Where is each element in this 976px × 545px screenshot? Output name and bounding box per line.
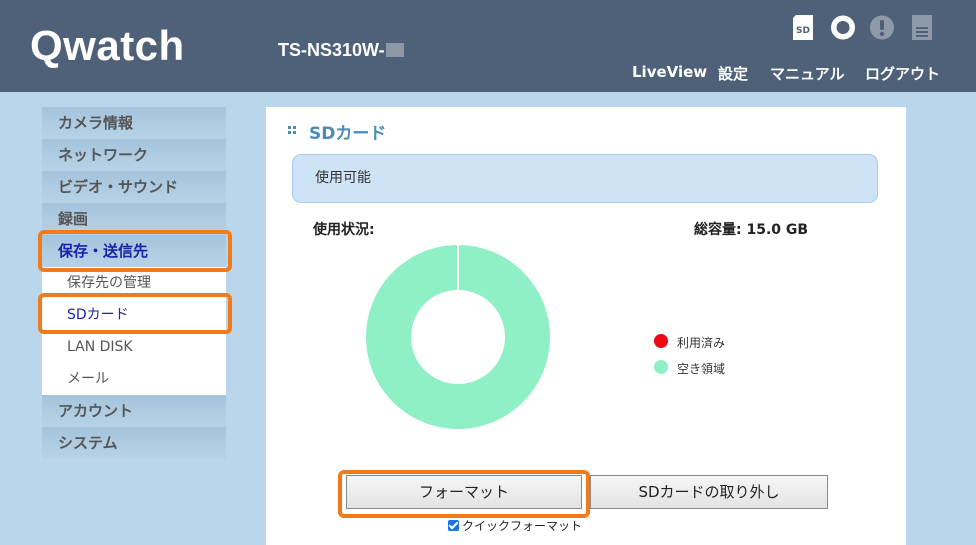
sidebar-subitem-sd-card[interactable]: SDカード [42, 299, 226, 331]
sidebar-item-camera-info[interactable]: カメラ情報 [42, 107, 226, 139]
status-message: 使用可能 [292, 154, 878, 203]
usage-label: 使用状況: [313, 222, 375, 238]
top-nav: LiveView 設定 マニュアル ログアウト [0, 63, 976, 83]
app-header: Qwatch TS-NS310W- SD LiveView 設定 マニュアル ロ… [0, 0, 976, 92]
quick-format-label: クイックフォーマット [462, 519, 583, 533]
sidebar-item-system[interactable]: システム [42, 427, 226, 459]
legend-label-used: 利用済み [677, 336, 726, 350]
svg-text:SD: SD [796, 26, 810, 36]
page-title: SDカード [288, 119, 387, 144]
device-model-text: TS-NS310W- [278, 40, 385, 60]
sd-card-icon[interactable]: SD [792, 14, 814, 45]
device-model: TS-NS310W- [278, 40, 404, 61]
sidebar-item-recording[interactable]: 録画 [42, 203, 226, 235]
main-panel: SDカード 使用可能 使用状況: 総容量: 15.0 GB 利用済み 空き領域 … [266, 107, 906, 545]
record-circle-icon[interactable] [830, 14, 856, 45]
sidebar-subitem-storage-management[interactable]: 保存先の管理 [42, 267, 226, 299]
format-button[interactable]: フォーマット [346, 475, 582, 509]
page-title-text: SDカード [309, 124, 387, 144]
eject-sd-button[interactable]: SDカードの取り外し [590, 475, 828, 509]
sidebar-item-account[interactable]: アカウント [42, 395, 226, 427]
legend-dot-free [654, 360, 668, 374]
usage-donut-chart [366, 245, 550, 429]
alert-icon[interactable] [869, 14, 895, 45]
sidebar-subitem-lan-disk[interactable]: LAN DISK [42, 331, 226, 363]
sidebar: カメラ情報 ネットワーク ビデオ・サウンド 録画 保存・送信先 保存先の管理 S… [42, 107, 226, 459]
nav-logout[interactable]: ログアウト [865, 63, 940, 84]
storage-icon[interactable] [911, 14, 933, 45]
sidebar-item-video-sound[interactable]: ビデオ・サウンド [42, 171, 226, 203]
total-capacity: 総容量: 15.0 GB [694, 222, 809, 238]
sidebar-item-network[interactable]: ネットワーク [42, 139, 226, 171]
sidebar-item-storage-destination[interactable]: 保存・送信先 [42, 235, 226, 267]
nav-liveview[interactable]: LiveView [632, 63, 707, 81]
quick-format-option[interactable]: クイックフォーマット [448, 517, 582, 534]
nav-settings[interactable]: 設定 [718, 63, 748, 84]
sidebar-subitem-mail[interactable]: メール [42, 363, 226, 395]
nav-manual[interactable]: マニュアル [770, 63, 845, 84]
title-bullet-icon [288, 126, 297, 135]
legend-dot-used [654, 334, 668, 348]
legend-label-free: 空き領域 [677, 362, 726, 376]
quick-format-checkbox[interactable] [448, 520, 459, 531]
masked-serial [385, 43, 404, 57]
